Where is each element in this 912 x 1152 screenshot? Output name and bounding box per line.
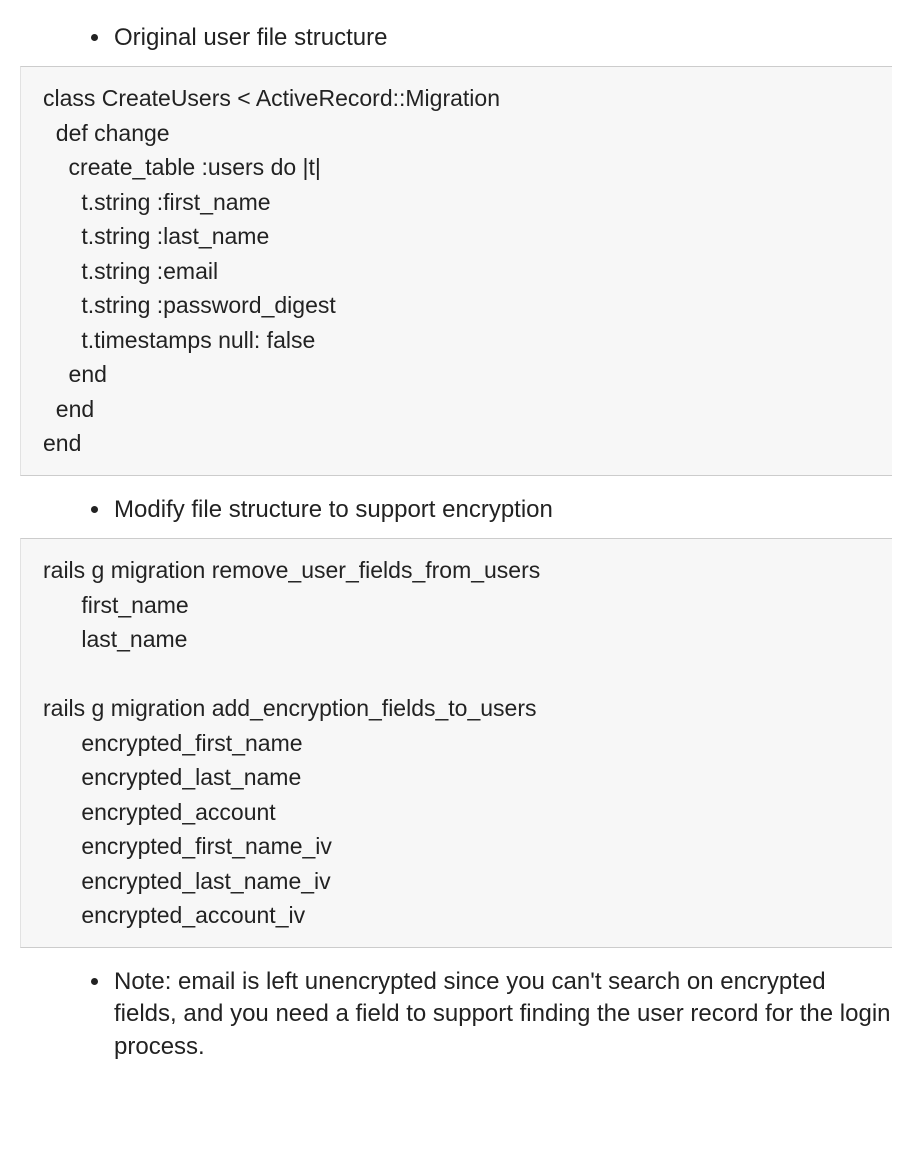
code-block-create-users: class CreateUsers < ActiveRecord::Migrat… — [20, 66, 892, 476]
bullet-original-structure: Original user file structure — [112, 22, 892, 54]
bullet-list-2: Modify file structure to support encrypt… — [20, 494, 892, 526]
bullet-note-email: Note: email is left unencrypted since yo… — [112, 966, 892, 1063]
bullet-list-1: Original user file structure — [20, 22, 892, 54]
code-block-migrations: rails g migration remove_user_fields_fro… — [20, 538, 892, 948]
bullet-list-3: Note: email is left unencrypted since yo… — [20, 966, 892, 1063]
bullet-modify-structure: Modify file structure to support encrypt… — [112, 494, 892, 526]
